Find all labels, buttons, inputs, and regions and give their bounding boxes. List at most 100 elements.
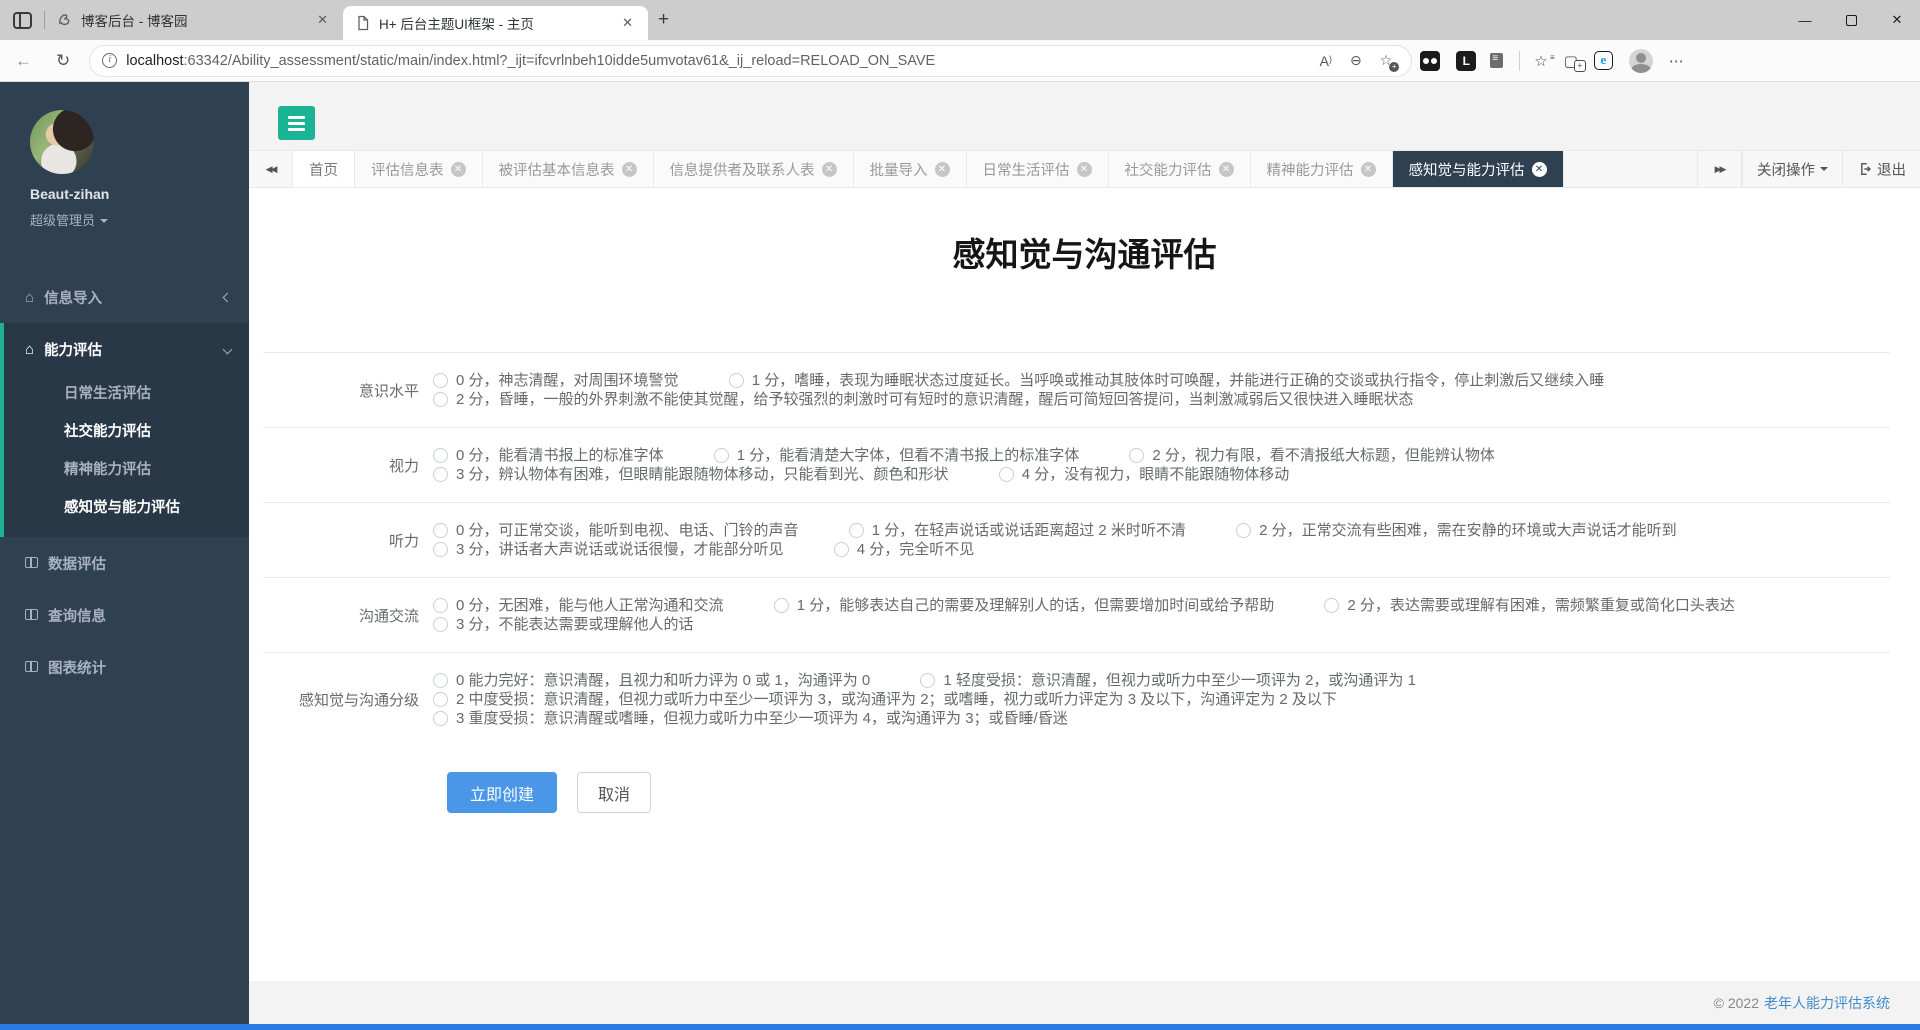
radio-input[interactable]	[773, 598, 789, 613]
collections-icon[interactable]: ▢	[1556, 49, 1587, 73]
tab-mental-ability[interactable]: 精神能力评估 ✕	[1250, 151, 1393, 187]
close-tab-icon[interactable]: ✕	[312, 10, 333, 30]
url-text[interactable]: localhost:63342/Ability_assessment/stati…	[126, 53, 1310, 69]
sidebar-item-social-ability[interactable]: 社交能力评估	[4, 413, 249, 451]
minimize-button[interactable]: —	[1782, 0, 1828, 40]
pages-copy-icon[interactable]	[1486, 53, 1504, 71]
avatar[interactable]	[30, 110, 94, 174]
browser-tab-app[interactable]: H+ 后台主题UI框架 - 主页 ✕	[343, 6, 648, 40]
radio-option[interactable]: 3 分，讲话者大声说话或说话很慢，才能部分听见	[433, 540, 784, 559]
extension-dots-icon[interactable]	[1420, 50, 1441, 71]
tab-social-ability[interactable]: 社交能力评估 ✕	[1108, 151, 1251, 187]
radio-input[interactable]	[1129, 448, 1145, 463]
radio-option[interactable]: 3 重度受损：意识清醒或嗜睡，但视力或听力中至少一项评为 4，或沟通评为 3；或…	[433, 709, 1068, 728]
radio-input[interactable]	[433, 598, 448, 613]
radio-input[interactable]	[433, 692, 448, 707]
close-tab-icon[interactable]: ✕	[621, 161, 637, 177]
scroll-tabs-left-icon[interactable]: ◀◀	[249, 151, 293, 187]
tab-batch-import[interactable]: 批量导入 ✕	[853, 151, 967, 187]
sidebar-item-chart-stats[interactable]: 图表统计	[0, 641, 249, 693]
radio-input[interactable]	[433, 373, 448, 388]
favorites-icon[interactable]: ☆ ≡	[1526, 49, 1555, 73]
sidebar-item-info-import[interactable]: ⌂ 信息导入	[0, 271, 249, 323]
back-icon[interactable]: ←	[6, 47, 41, 75]
tab-assessment-info[interactable]: 评估信息表 ✕	[355, 151, 483, 187]
sidebar-item-perception[interactable]: 感知觉与能力评估	[4, 489, 249, 527]
close-tab-icon[interactable]: ✕	[1531, 161, 1547, 177]
tab-assessee-basic-info[interactable]: 被评估基本信息表 ✕	[482, 151, 654, 187]
refresh-icon[interactable]: ↻	[47, 47, 79, 75]
sidebar-item-query-info[interactable]: 查询信息	[0, 589, 249, 641]
radio-input[interactable]	[728, 373, 744, 388]
read-aloud-icon[interactable]: A)	[1311, 50, 1341, 72]
close-tab-icon[interactable]: ✕	[821, 161, 837, 177]
radio-option[interactable]: 3 分，辨认物体有困难，但眼睛能跟随物体移动，只能看到光、颜色和形状	[433, 465, 949, 484]
radio-option[interactable]: 4 分，完全听不见	[833, 540, 974, 559]
address-bar[interactable]: i localhost:63342/Ability_assessment/sta…	[89, 44, 1413, 77]
radio-input[interactable]	[1324, 598, 1340, 613]
sidebar-item-mental-ability[interactable]: 精神能力评估	[4, 451, 249, 489]
radio-input[interactable]	[433, 542, 448, 557]
radio-input[interactable]	[433, 673, 448, 688]
radio-input[interactable]	[433, 467, 448, 482]
collapse-sidebar-button[interactable]	[278, 106, 315, 140]
close-operations-dropdown[interactable]: 关闭操作	[1742, 151, 1843, 187]
radio-input[interactable]	[433, 711, 448, 726]
exit-button[interactable]: 退出	[1843, 151, 1920, 187]
close-tab-icon[interactable]: ✕	[934, 161, 950, 177]
radio-option[interactable]: 1 分，在轻声说话或说话距离超过 2 米时听不清	[848, 521, 1186, 540]
radio-option[interactable]: 0 分，可正常交谈，能听到电视、电话、门铃的声音	[433, 521, 799, 540]
close-tab-icon[interactable]: ✕	[1218, 161, 1234, 177]
radio-input[interactable]	[833, 542, 849, 557]
radio-input[interactable]	[433, 448, 448, 463]
scroll-tabs-right-icon[interactable]: ▶▶	[1698, 151, 1742, 187]
radio-option[interactable]: 2 分，视力有限，看不清报纸大标题，但能辨认物体	[1129, 446, 1495, 465]
system-name-link[interactable]: 老年人能力评估系统	[1764, 993, 1890, 1013]
new-tab-button[interactable]: +	[648, 7, 679, 33]
radio-input[interactable]	[1236, 523, 1252, 538]
ie-mode-icon[interactable]: e	[1593, 51, 1613, 70]
site-info-icon[interactable]: i	[102, 53, 118, 68]
radio-option[interactable]: 4 分，没有视力，眼睛不能跟随物体移动	[998, 465, 1289, 484]
close-tab-icon[interactable]: ✕	[450, 161, 466, 177]
tab-home[interactable]: 首页	[293, 151, 355, 187]
profile-avatar-icon[interactable]	[1628, 48, 1653, 73]
radio-option[interactable]: 2 分，正常交流有些困难，需在安静的环境或大声说话才能听到	[1236, 521, 1677, 540]
create-button[interactable]: 立即创建	[447, 772, 557, 813]
radio-option[interactable]: 1 轻度受损：意识清醒，但视力或听力中至少一项评为 2，或沟通评为 1	[920, 671, 1416, 690]
radio-option[interactable]: 2 中度受损：意识清醒，但视力或听力中至少一项评为 3，或沟通评为 2；或嗜睡，…	[433, 690, 1337, 709]
maximize-button[interactable]	[1828, 0, 1874, 40]
radio-input[interactable]	[713, 448, 729, 463]
tab-daily-life[interactable]: 日常生活评估 ✕	[966, 151, 1109, 187]
radio-input[interactable]	[920, 673, 936, 688]
zoom-out-icon[interactable]: ⊖	[1341, 49, 1371, 72]
tab-provider-contacts[interactable]: 信息提供者及联系人表 ✕	[653, 151, 854, 187]
sidebar-item-data-assessment[interactable]: 数据评估	[0, 537, 249, 589]
radio-option[interactable]: 3 分，不能表达需要或理解他人的话	[433, 615, 694, 634]
radio-input[interactable]	[433, 617, 448, 632]
browser-tab-blog[interactable]: 博客后台 - 博客园 ✕	[45, 0, 343, 40]
radio-option[interactable]: 2 分，表达需要或理解有困难，需频繁重复或简化口头表达	[1324, 596, 1735, 615]
extension-l-icon[interactable]: L	[1456, 50, 1477, 71]
close-tab-icon[interactable]: ✕	[617, 13, 638, 33]
radio-option[interactable]: 0 分，神志清醒，对周围环境警觉	[433, 371, 679, 390]
radio-input[interactable]	[998, 467, 1014, 482]
user-role-dropdown[interactable]: 超级管理员	[30, 210, 249, 229]
close-tab-icon[interactable]: ✕	[1076, 161, 1092, 177]
radio-option[interactable]: 0 分，无困难，能与他人正常沟通和交流	[433, 596, 724, 615]
radio-option[interactable]: 2 分，昏睡，一般的外界刺激不能使其觉醒，给予较强烈的刺激时可有短时的意识清醒，…	[433, 390, 1414, 409]
add-favorite-icon[interactable]: ☆	[1371, 49, 1402, 72]
radio-input[interactable]	[433, 392, 448, 407]
settings-menu-icon[interactable]: ⋯	[1661, 49, 1692, 73]
close-tab-icon[interactable]: ✕	[1360, 161, 1376, 177]
close-window-button[interactable]: ✕	[1874, 0, 1920, 40]
sidebar-item-ability-assessment[interactable]: ⌂ 能力评估	[4, 323, 249, 375]
radio-option[interactable]: 1 分，能够表达自己的需要及理解别人的话，但需要增加时间或给予帮助	[773, 596, 1274, 615]
radio-input[interactable]	[433, 523, 448, 538]
radio-option[interactable]: 0 能力完好：意识清醒，且视力和听力评为 0 或 1，沟通评为 0	[433, 671, 870, 690]
sidebar-item-daily-life[interactable]: 日常生活评估	[4, 375, 249, 413]
radio-input[interactable]	[848, 523, 864, 538]
radio-option[interactable]: 1 分，嗜睡，表现为睡眠状态过度延长。当呼唤或推动其肢体时可唤醒，并能进行正确的…	[728, 371, 1604, 390]
radio-option[interactable]: 1 分，能看清楚大字体，但看不清书报上的标准字体	[713, 446, 1079, 465]
radio-option[interactable]: 0 分，能看清书报上的标准字体	[433, 446, 664, 465]
